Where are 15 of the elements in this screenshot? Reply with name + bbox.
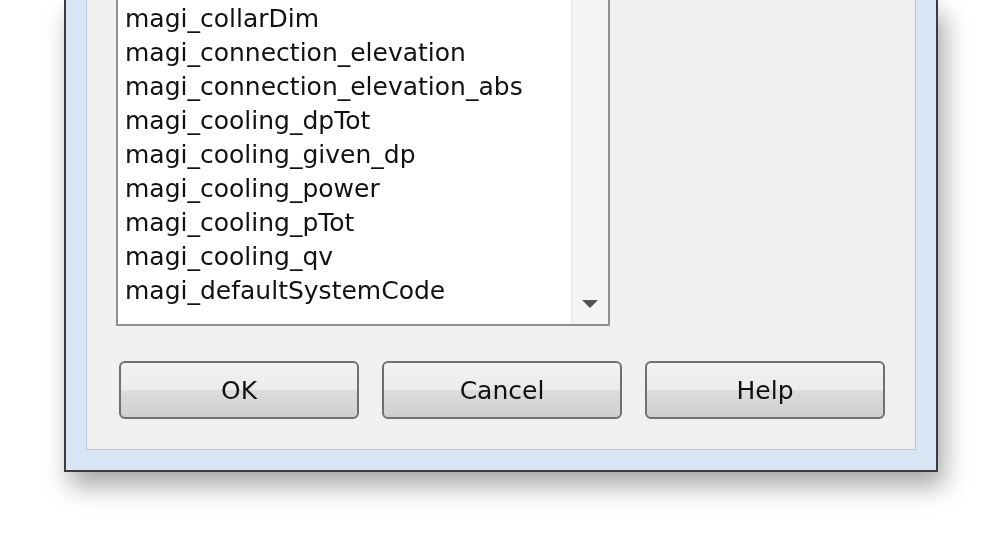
scroll-down-arrow-icon[interactable] [582,300,598,308]
list-item[interactable]: magi_cooling_power [125,172,571,206]
list-item[interactable]: magi_cooling_dpTot [125,104,571,138]
list-item[interactable]: magi_cooling_pTot [125,206,571,240]
ok-button[interactable]: OK [119,361,359,419]
list-item[interactable]: magi_cooling_qv [125,240,571,274]
dialog-button[interactable]: Cancel [382,361,622,419]
list-item[interactable]: magi_connection_elevation_abs [125,70,571,104]
list-item[interactable]: magi_connection_elevation [125,36,571,70]
dialog-button[interactable]: Help [645,361,885,419]
list-item[interactable]: magi_defaultSystemCode [125,274,571,308]
list-item[interactable]: magi_collarDim [125,2,571,36]
list-box[interactable]: magi_collarDim magi_connection_elevation magi_connection_elevation_abs magi_cooling_dpTot magi_cooling_given_dp magi_cooling_power magi_cooling_pTot magi_cooling_qv magi_defaultSystemCode [116,0,610,326]
list-item[interactable]: magi_cooling_given_dp [125,138,571,172]
scrollbar[interactable] [571,0,608,324]
